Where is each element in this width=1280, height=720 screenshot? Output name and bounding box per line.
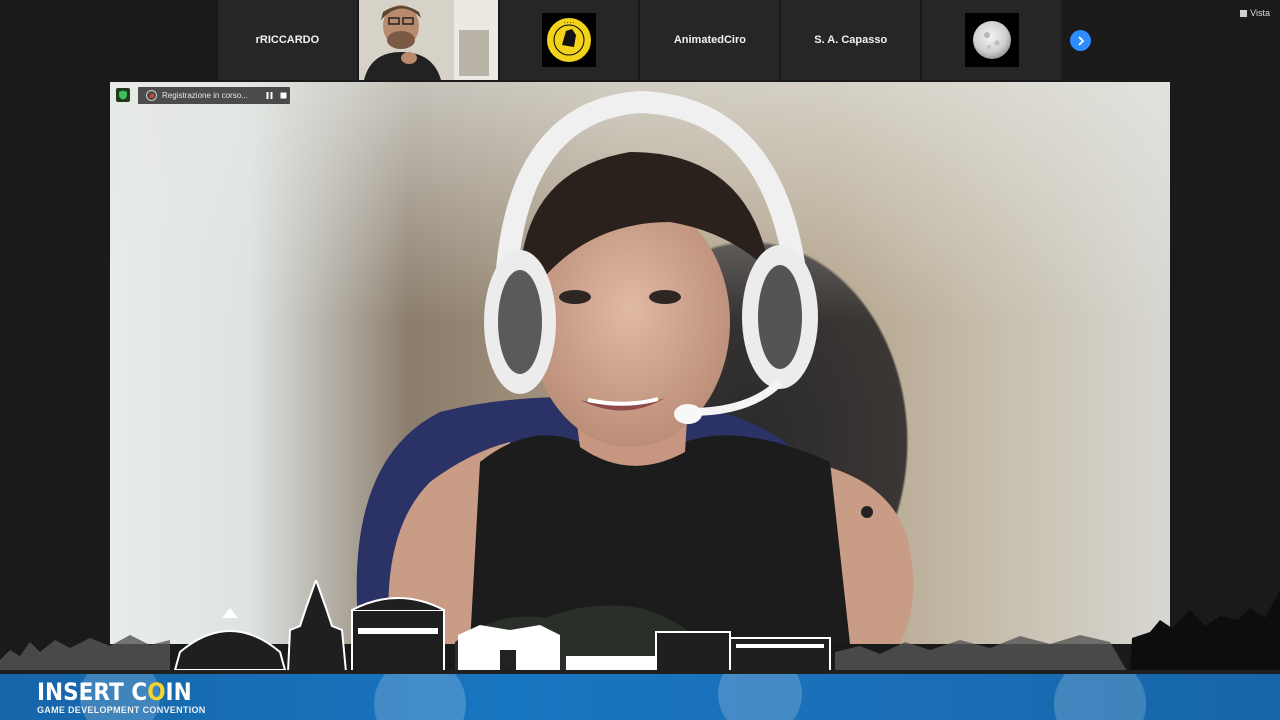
participant-name: S. A. Capasso	[814, 34, 888, 46]
security-shield-button[interactable]	[116, 88, 130, 102]
brand-subtitle: GAME DEVELOPMENT CONVENTION	[37, 705, 206, 715]
insert-coin-brand: INSERT COIN GAME DEVELOPMENT CONVENTION	[37, 678, 209, 715]
moon-avatar-icon	[964, 13, 1019, 67]
pause-icon	[266, 92, 272, 99]
participant-name: AnimatedCiro	[673, 34, 746, 46]
participant-tile-moon[interactable]	[922, 0, 1061, 80]
recording-status: Registrazione in corso...	[162, 91, 248, 100]
participant-tile-video[interactable]	[358, 0, 498, 80]
participant-tile-riccardo[interactable]: rRICCARDO	[218, 0, 357, 80]
stop-recording-button[interactable]	[276, 89, 290, 103]
participant-tile-capasso[interactable]: S. A. Capasso	[781, 0, 921, 80]
school-logo-icon: · · · ·	[542, 13, 597, 67]
view-label: Vista	[1250, 8, 1270, 18]
coin-letter: O	[147, 678, 166, 706]
participant-video-thumbnail	[358, 0, 498, 80]
participant-name: rRICCARDO	[255, 34, 320, 46]
participant-tile-animatedciro[interactable]: AnimatedCiro	[640, 0, 780, 80]
speaker-figure	[356, 90, 914, 644]
record-icon	[146, 90, 157, 101]
naples-skyline-overlay	[0, 580, 1280, 676]
next-page-button[interactable]	[1070, 30, 1091, 51]
participant-tile-logo[interactable]: · · · ·	[499, 0, 639, 80]
svg-text:· · · ·: · · · ·	[564, 20, 575, 25]
grid-icon	[1240, 9, 1248, 17]
brand-title: INSERT COIN	[37, 678, 192, 706]
chevron-right-icon	[1077, 35, 1084, 46]
recording-indicator: Registrazione in corso...	[138, 87, 290, 104]
view-button[interactable]: Vista	[1240, 8, 1270, 18]
shield-icon	[119, 90, 127, 100]
stop-icon	[280, 92, 286, 99]
active-speaker-video: Registrazione in corso...	[110, 82, 1170, 644]
participant-strip: rRICCARDO · · · · AnimatedCiro S. A. Cap…	[218, 0, 1061, 80]
pause-recording-button[interactable]	[262, 89, 276, 103]
